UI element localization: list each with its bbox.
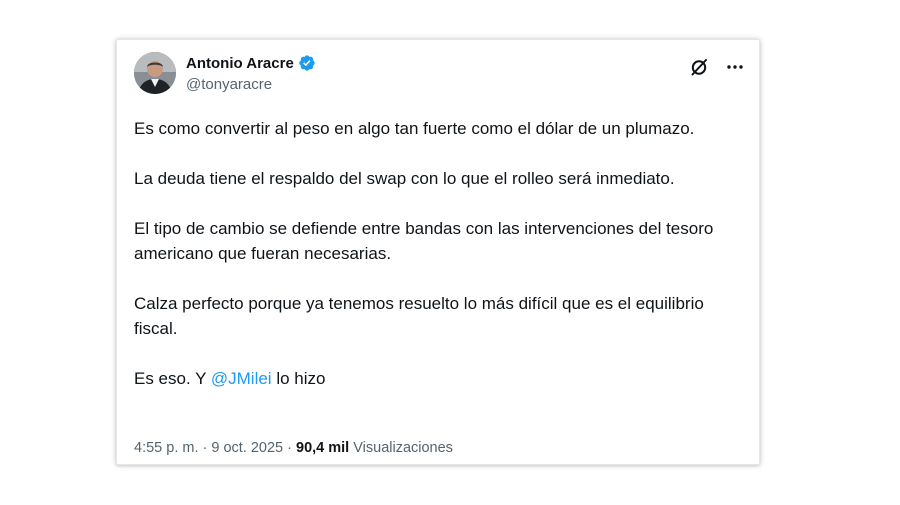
header-actions xyxy=(689,57,745,77)
tweet-meta: 4:55 p. m. · 9 oct. 2025 · 90,4 mil Visu… xyxy=(134,440,453,456)
meta-separator: · xyxy=(283,440,297,456)
mention-link[interactable]: @JMilei xyxy=(211,369,272,388)
tweet-time[interactable]: 4:55 p. m. xyxy=(134,440,198,456)
views-count: 90,4 mil xyxy=(296,440,350,456)
paragraph-5-text-before: Es eso. Y xyxy=(134,369,211,388)
tweet-paragraph-3: El tipo de cambio se defiende entre band… xyxy=(134,219,714,263)
tweet-paragraph-1: Es como convertir al peso en algo tan fu… xyxy=(134,119,695,138)
tweet-paragraph-4: Calza perfecto porque ya tenemos resuelt… xyxy=(134,294,704,338)
avatar[interactable] xyxy=(134,52,176,94)
tweet-paragraph-5: Es eso. Y @JMilei lo hizo xyxy=(134,366,739,391)
more-options-icon[interactable] xyxy=(725,57,745,77)
tweet-card: Antonio Aracre @tonyaracre Es como conve… xyxy=(116,39,760,465)
display-name-row: Antonio Aracre xyxy=(186,53,316,73)
author-handle[interactable]: @tonyaracre xyxy=(186,76,316,93)
tweet-date[interactable]: 9 oct. 2025 xyxy=(211,440,283,456)
tweet-text: Es como convertir al peso en algo tan fu… xyxy=(134,116,739,391)
views-label: Visualizaciones xyxy=(349,440,453,456)
meta-separator: · xyxy=(198,440,212,456)
grok-icon[interactable] xyxy=(689,57,709,77)
author-names: Antonio Aracre @tonyaracre xyxy=(186,53,316,93)
tweet-paragraph-2: La deuda tiene el respaldo del swap con … xyxy=(134,169,675,188)
paragraph-5-text-after: lo hizo xyxy=(271,369,326,388)
verified-badge-icon xyxy=(298,54,316,72)
author-display-name[interactable]: Antonio Aracre xyxy=(186,55,294,72)
tweet-header: Antonio Aracre @tonyaracre xyxy=(134,51,745,99)
